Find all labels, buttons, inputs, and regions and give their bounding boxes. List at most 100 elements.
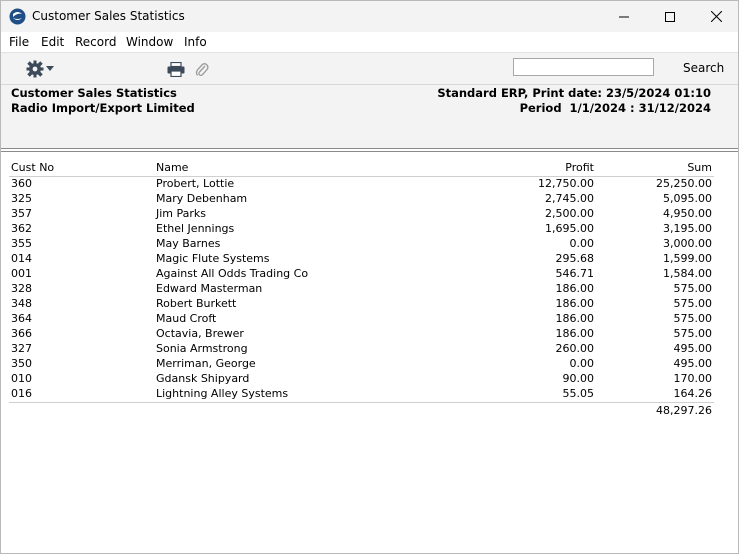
- maximize-icon: [665, 11, 675, 22]
- table-row[interactable]: 366 Octavia, Brewer 186.00 575.00: [1, 327, 738, 342]
- cust-no-cell: 366: [11, 327, 32, 340]
- table-row[interactable]: 350 Merriman, George 0.00 495.00: [1, 357, 738, 372]
- profit-cell: 186.00: [555, 312, 595, 325]
- profit-cell: 0.00: [569, 357, 595, 370]
- table-row[interactable]: 360 Probert, Lottie 12,750.00 25,250.00: [1, 177, 738, 192]
- profit-cell: 90.00: [562, 372, 595, 385]
- header-divider: [1, 148, 738, 149]
- sum-cell: 3,195.00: [663, 222, 712, 235]
- cust-no-cell: 348: [11, 297, 32, 310]
- app-logo-icon: [9, 8, 26, 25]
- name-cell: Mary Debenham: [156, 192, 248, 205]
- name-cell: Maud Croft: [156, 312, 217, 325]
- profit-cell: 186.00: [555, 282, 595, 295]
- name-cell: Jim Parks: [156, 207, 207, 220]
- table-row[interactable]: 348 Robert Burkett 186.00 575.00: [1, 297, 738, 312]
- search-button[interactable]: Search: [683, 61, 724, 75]
- profit-cell: 260.00: [555, 342, 595, 355]
- report-title: Customer Sales Statistics: [11, 86, 177, 100]
- menu-file[interactable]: File: [9, 35, 29, 49]
- report-window: Customer Sales Statistics File Edit Reco…: [0, 0, 739, 554]
- close-button[interactable]: [693, 1, 739, 32]
- sum-cell: 1,584.00: [663, 267, 712, 280]
- name-cell: Merriman, George: [156, 357, 256, 370]
- table-row[interactable]: 325 Mary Debenham 2,745.00 5,095.00: [1, 192, 738, 207]
- printer-icon[interactable]: [167, 62, 185, 77]
- name-cell: May Barnes: [156, 237, 221, 250]
- column-header-name: Name: [156, 161, 189, 174]
- profit-cell: 2,745.00: [545, 192, 594, 205]
- table-row[interactable]: 328 Edward Masterman 186.00 575.00: [1, 282, 738, 297]
- name-cell: Ethel Jennings: [156, 222, 235, 235]
- name-cell: Magic Flute Systems: [156, 252, 270, 265]
- table-row[interactable]: 362 Ethel Jennings 1,695.00 3,195.00: [1, 222, 738, 237]
- cust-no-cell: 355: [11, 237, 32, 250]
- profit-cell: 55.05: [562, 387, 595, 400]
- profit-cell: 186.00: [555, 297, 595, 310]
- window-title: Customer Sales Statistics: [32, 9, 185, 23]
- maximize-button[interactable]: [647, 1, 693, 32]
- menu-record[interactable]: Record: [75, 35, 116, 49]
- name-cell: Octavia, Brewer: [156, 327, 244, 340]
- table-row[interactable]: 001 Against All Odds Trading Co 546.71 1,58…: [1, 267, 738, 282]
- menu-info[interactable]: Info: [184, 35, 207, 49]
- profit-cell: 0.00: [569, 237, 595, 250]
- gear-icon[interactable]: [26, 60, 44, 78]
- name-cell: Edward Masterman: [156, 282, 263, 295]
- cust-no-cell: 010: [11, 372, 32, 385]
- company-name: Radio Import/Export Limited: [11, 101, 195, 115]
- profit-cell: 1,695.00: [545, 222, 594, 235]
- cust-no-cell: 014: [11, 252, 32, 265]
- menu-edit[interactable]: Edit: [41, 35, 64, 49]
- search-input[interactable]: [513, 58, 654, 76]
- cust-no-cell: 001: [11, 267, 32, 280]
- cust-no-cell: 325: [11, 192, 32, 205]
- cust-no-cell: 364: [11, 312, 32, 325]
- profit-cell: 295.68: [555, 252, 595, 265]
- table-row[interactable]: 355 May Barnes 0.00 3,000.00: [1, 237, 738, 252]
- table-row[interactable]: 327 Sonia Armstrong 260.00 495.00: [1, 342, 738, 357]
- sum-cell: 1,599.00: [663, 252, 712, 265]
- toolbar: Search: [1, 52, 738, 84]
- sum-cell: 5,095.00: [663, 192, 712, 205]
- column-header-profit: Profit: [565, 161, 594, 174]
- header-divider: [1, 151, 738, 152]
- attachment-icon[interactable]: [195, 61, 209, 78]
- cust-no-cell: 016: [11, 387, 32, 400]
- sum-cell: 495.00: [673, 342, 713, 355]
- name-cell: Sonia Armstrong: [156, 342, 248, 355]
- table-row[interactable]: 016 Lightning Alley Systems 55.05 164.26: [1, 387, 738, 402]
- table-row[interactable]: 010 Gdansk Shipyard 90.00 170.00: [1, 372, 738, 387]
- report-header: Customer Sales Statistics Radio Import/E…: [1, 84, 738, 148]
- name-cell: Lightning Alley Systems: [156, 387, 289, 400]
- profit-cell: 12,750.00: [538, 177, 594, 190]
- chevron-down-icon[interactable]: [46, 66, 54, 71]
- menu-bar: File Edit Record Window Info: [1, 32, 738, 52]
- sum-cell: 575.00: [673, 297, 713, 310]
- cust-no-cell: 350: [11, 357, 32, 370]
- sum-cell: 170.00: [673, 372, 713, 385]
- table-footer-divider: [9, 402, 714, 403]
- minimize-icon: [619, 16, 629, 17]
- sum-cell: 575.00: [673, 312, 713, 325]
- minimize-button[interactable]: [601, 1, 647, 32]
- title-bar: Customer Sales Statistics: [1, 1, 738, 32]
- column-header-cust-no: Cust No: [11, 161, 55, 174]
- profit-cell: 546.71: [555, 267, 595, 280]
- name-cell: Against All Odds Trading Co: [156, 267, 309, 280]
- table-row[interactable]: 357 Jim Parks 2,500.00 4,950.00: [1, 207, 738, 222]
- profit-cell: 186.00: [555, 327, 595, 340]
- name-cell: Robert Burkett: [156, 297, 237, 310]
- name-cell: Gdansk Shipyard: [156, 372, 250, 385]
- cust-no-cell: 362: [11, 222, 32, 235]
- menu-window[interactable]: Window: [126, 35, 173, 49]
- sum-cell: 3,000.00: [663, 237, 712, 250]
- table-header-row: Cust No Name Profit Sum: [1, 161, 738, 176]
- sum-cell: 495.00: [673, 357, 713, 370]
- sum-cell: 575.00: [673, 327, 713, 340]
- total-sum: 48,297.26: [656, 404, 712, 417]
- close-icon: [710, 11, 722, 22]
- cust-no-cell: 360: [11, 177, 32, 190]
- table-row[interactable]: 364 Maud Croft 186.00 575.00: [1, 312, 738, 327]
- table-row[interactable]: 014 Magic Flute Systems 295.68 1,599.00: [1, 252, 738, 267]
